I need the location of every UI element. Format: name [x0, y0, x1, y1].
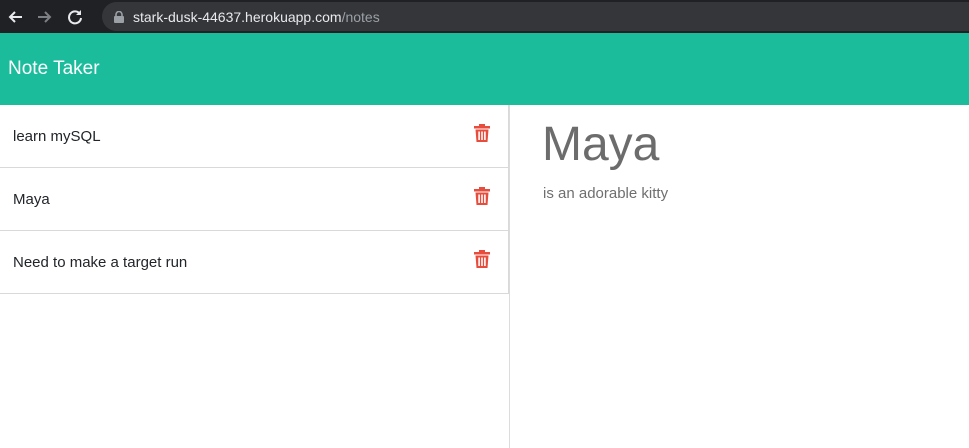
note-detail: Maya is an adorable kitty [510, 105, 969, 448]
note-item-label: learn mySQL [13, 127, 101, 145]
note-text: is an adorable kitty [543, 185, 669, 202]
lock-icon [114, 10, 124, 23]
app-title[interactable]: Note Taker [8, 58, 100, 80]
address-bar[interactable]: stark-dusk-44637.herokuapp.com/notes [102, 2, 969, 31]
app-header: Note Taker [0, 33, 969, 105]
url-host: stark-dusk-44637.herokuapp.com [133, 8, 342, 25]
trash-icon[interactable] [474, 124, 490, 142]
reload-icon[interactable] [60, 0, 90, 33]
list-item[interactable]: Need to make a target run [0, 231, 509, 294]
list-item[interactable]: Maya [0, 168, 509, 231]
trash-icon[interactable] [474, 250, 490, 268]
browser-toolbar: stark-dusk-44637.herokuapp.com/notes [0, 0, 969, 33]
trash-icon[interactable] [474, 187, 490, 205]
note-title: Maya [542, 118, 660, 171]
note-item-label: Need to make a target run [13, 253, 188, 271]
back-arrow-icon[interactable] [0, 0, 30, 33]
url-path: /notes [341, 8, 380, 25]
list-item[interactable]: learn mySQL [0, 105, 509, 168]
note-item-label: Maya [13, 190, 50, 208]
note-list: learn mySQL Maya Need to make a target r… [0, 105, 510, 448]
forward-arrow-icon[interactable] [30, 0, 60, 33]
